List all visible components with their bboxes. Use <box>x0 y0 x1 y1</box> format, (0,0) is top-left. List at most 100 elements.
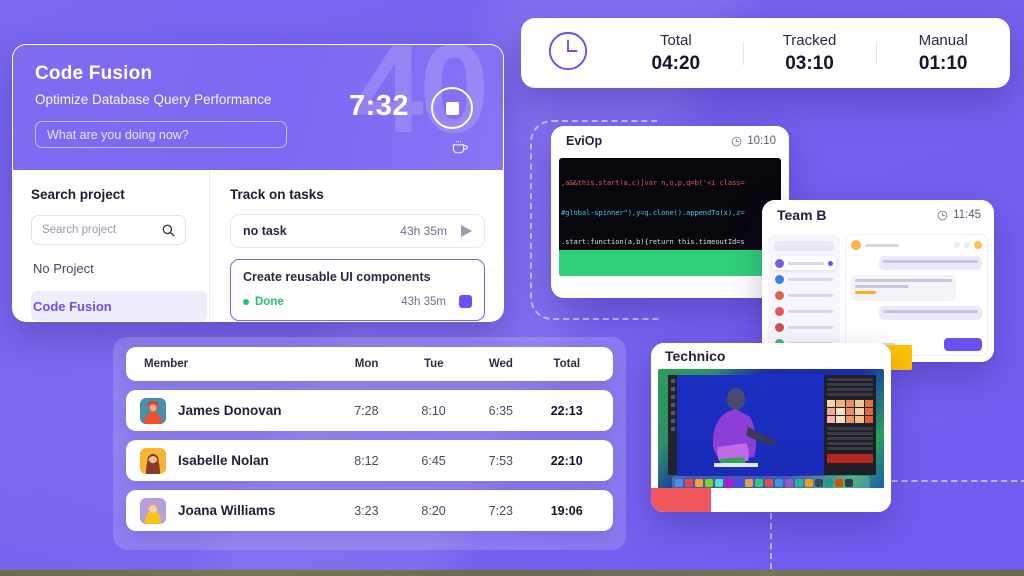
code-line: #global-spinner"),y=q.clone().appendTo(x… <box>561 207 745 217</box>
table-row[interactable]: Isabelle Nolan 8:12 6:45 7:53 22:10 <box>126 440 613 481</box>
tasks-panel: Track on tasks no task 43h 35m Create re… <box>210 170 503 321</box>
tool-icon <box>670 411 675 415</box>
dock-icon[interactable] <box>735 478 743 487</box>
panel-row <box>827 437 873 440</box>
dock-icon[interactable] <box>705 478 713 487</box>
task-row-active[interactable]: Create reusable UI components Done 43h 3… <box>230 259 485 321</box>
stop-timer-button[interactable] <box>431 87 473 129</box>
cell-wed: 7:23 <box>488 503 513 518</box>
clock-icon <box>521 30 609 77</box>
tool-icon <box>670 419 675 423</box>
avatar <box>775 290 784 300</box>
dock-icon[interactable] <box>695 478 703 487</box>
play-icon[interactable] <box>461 225 472 237</box>
clock-icon-small <box>937 210 948 220</box>
unread-badge <box>828 260 833 266</box>
list-item[interactable] <box>772 272 836 286</box>
list-item[interactable] <box>772 288 836 302</box>
eviop-header: EviOp 10:10 <box>551 126 789 156</box>
chat-bubble-outgoing <box>879 256 982 270</box>
technico-desktop-screenshot <box>658 369 884 493</box>
list-item[interactable] <box>772 256 836 270</box>
panel-row <box>827 393 873 396</box>
stat-tracked: Tracked 03:10 <box>742 32 877 75</box>
table-row[interactable]: James Donovan 7:28 8:10 6:35 22:13 <box>126 390 613 431</box>
project-item-code-fusion[interactable]: Code Fusion <box>31 291 207 321</box>
technico-footer <box>651 488 891 512</box>
teamb-title: Team B <box>777 207 827 223</box>
project-search-field[interactable] <box>31 215 186 245</box>
chat-action-icon[interactable] <box>964 242 970 248</box>
chat-bubble-outgoing <box>879 306 982 320</box>
stat-label: Manual <box>918 31 968 49</box>
dock-icon[interactable] <box>825 478 833 487</box>
active-task-meta: Done 43h 35m <box>243 295 472 308</box>
dock-icon[interactable] <box>725 478 733 487</box>
avatar <box>775 306 784 316</box>
cell-tue: 6:45 <box>421 453 446 468</box>
cell-wed: 6:35 <box>488 403 513 418</box>
coffee-cup-icon[interactable] <box>451 139 469 160</box>
avatar <box>140 397 166 424</box>
eviop-time: 10:10 <box>747 135 776 147</box>
dock-icon[interactable] <box>755 478 763 487</box>
cell-total: 22:13 <box>550 403 583 418</box>
eviop-title: EviOp <box>566 134 603 148</box>
avatar <box>140 497 166 524</box>
dock-icon[interactable] <box>785 478 793 487</box>
dock-icon[interactable] <box>835 478 843 487</box>
dock-icon[interactable] <box>775 478 783 487</box>
active-task-time: 43h 35m <box>401 295 446 308</box>
dock-icon[interactable] <box>845 478 853 487</box>
cell-wed: 7:53 <box>488 453 513 468</box>
dock-icon[interactable] <box>675 478 683 487</box>
dock-icon[interactable] <box>815 478 823 487</box>
dock-icon[interactable] <box>765 478 773 487</box>
table-header-row: Member Mon Tue Wed Total <box>126 347 613 381</box>
star-icon[interactable] <box>974 241 982 249</box>
code-line: ,a&&this.start(a,c)]var n,o,p,q=b('<i cl… <box>561 177 745 187</box>
list-item[interactable] <box>772 320 836 334</box>
send-button[interactable] <box>944 338 982 351</box>
eviop-screenshot-card: EviOp 10:10 ,a&&this.start(a,c)]var n,o,… <box>551 126 789 298</box>
chat-action-icon[interactable] <box>954 242 960 248</box>
search-icon <box>161 223 176 243</box>
teamb-search-field[interactable] <box>774 241 834 251</box>
editor-side-panel <box>824 375 876 475</box>
timer-display: 7:32 <box>348 90 409 122</box>
code-screenshot: ,a&&this.start(a,c)]var n,o,p,q=b('<i cl… <box>559 158 781 276</box>
tool-icon <box>670 387 675 391</box>
teamb-contact-list <box>768 234 840 362</box>
chat-header <box>851 240 982 250</box>
cell-tue: 8:10 <box>421 403 446 418</box>
avatar <box>775 258 784 268</box>
table-row[interactable]: Joana Williams 3:23 8:20 7:23 19:06 <box>126 490 613 531</box>
column-header-total: Total <box>553 358 581 370</box>
dock-icon[interactable] <box>745 478 753 487</box>
panel-row <box>827 427 873 430</box>
dock-icon[interactable] <box>685 478 693 487</box>
cell-total: 19:06 <box>550 503 583 518</box>
dock-icon[interactable] <box>805 478 813 487</box>
panel-row <box>827 447 873 450</box>
bottom-strip <box>0 570 1024 576</box>
column-header-tue: Tue <box>423 358 444 370</box>
cell-mon: 7:28 <box>354 403 379 418</box>
project-item-no-project[interactable]: No Project <box>31 253 209 283</box>
avatar <box>851 240 861 250</box>
cell-tue: 8:20 <box>421 503 446 518</box>
team-b-screenshot-card: Team B 11:45 <box>762 200 994 362</box>
dock-icon[interactable] <box>795 478 803 487</box>
task-row-no-task[interactable]: no task 43h 35m <box>230 214 485 248</box>
activity-input[interactable] <box>35 121 287 148</box>
status-badge: Done <box>243 296 284 308</box>
tracker-body: Search project No Project Code Fusion Tr… <box>13 170 503 321</box>
stat-label: Total <box>659 31 692 49</box>
bubble-text-line <box>883 260 978 263</box>
panel-row <box>827 383 873 386</box>
green-overlay-bar <box>559 250 781 276</box>
dock-icon[interactable] <box>715 478 723 487</box>
stop-square-icon-small[interactable] <box>459 295 472 308</box>
cell-mon: 8:12 <box>354 453 379 468</box>
list-item[interactable] <box>772 304 836 318</box>
